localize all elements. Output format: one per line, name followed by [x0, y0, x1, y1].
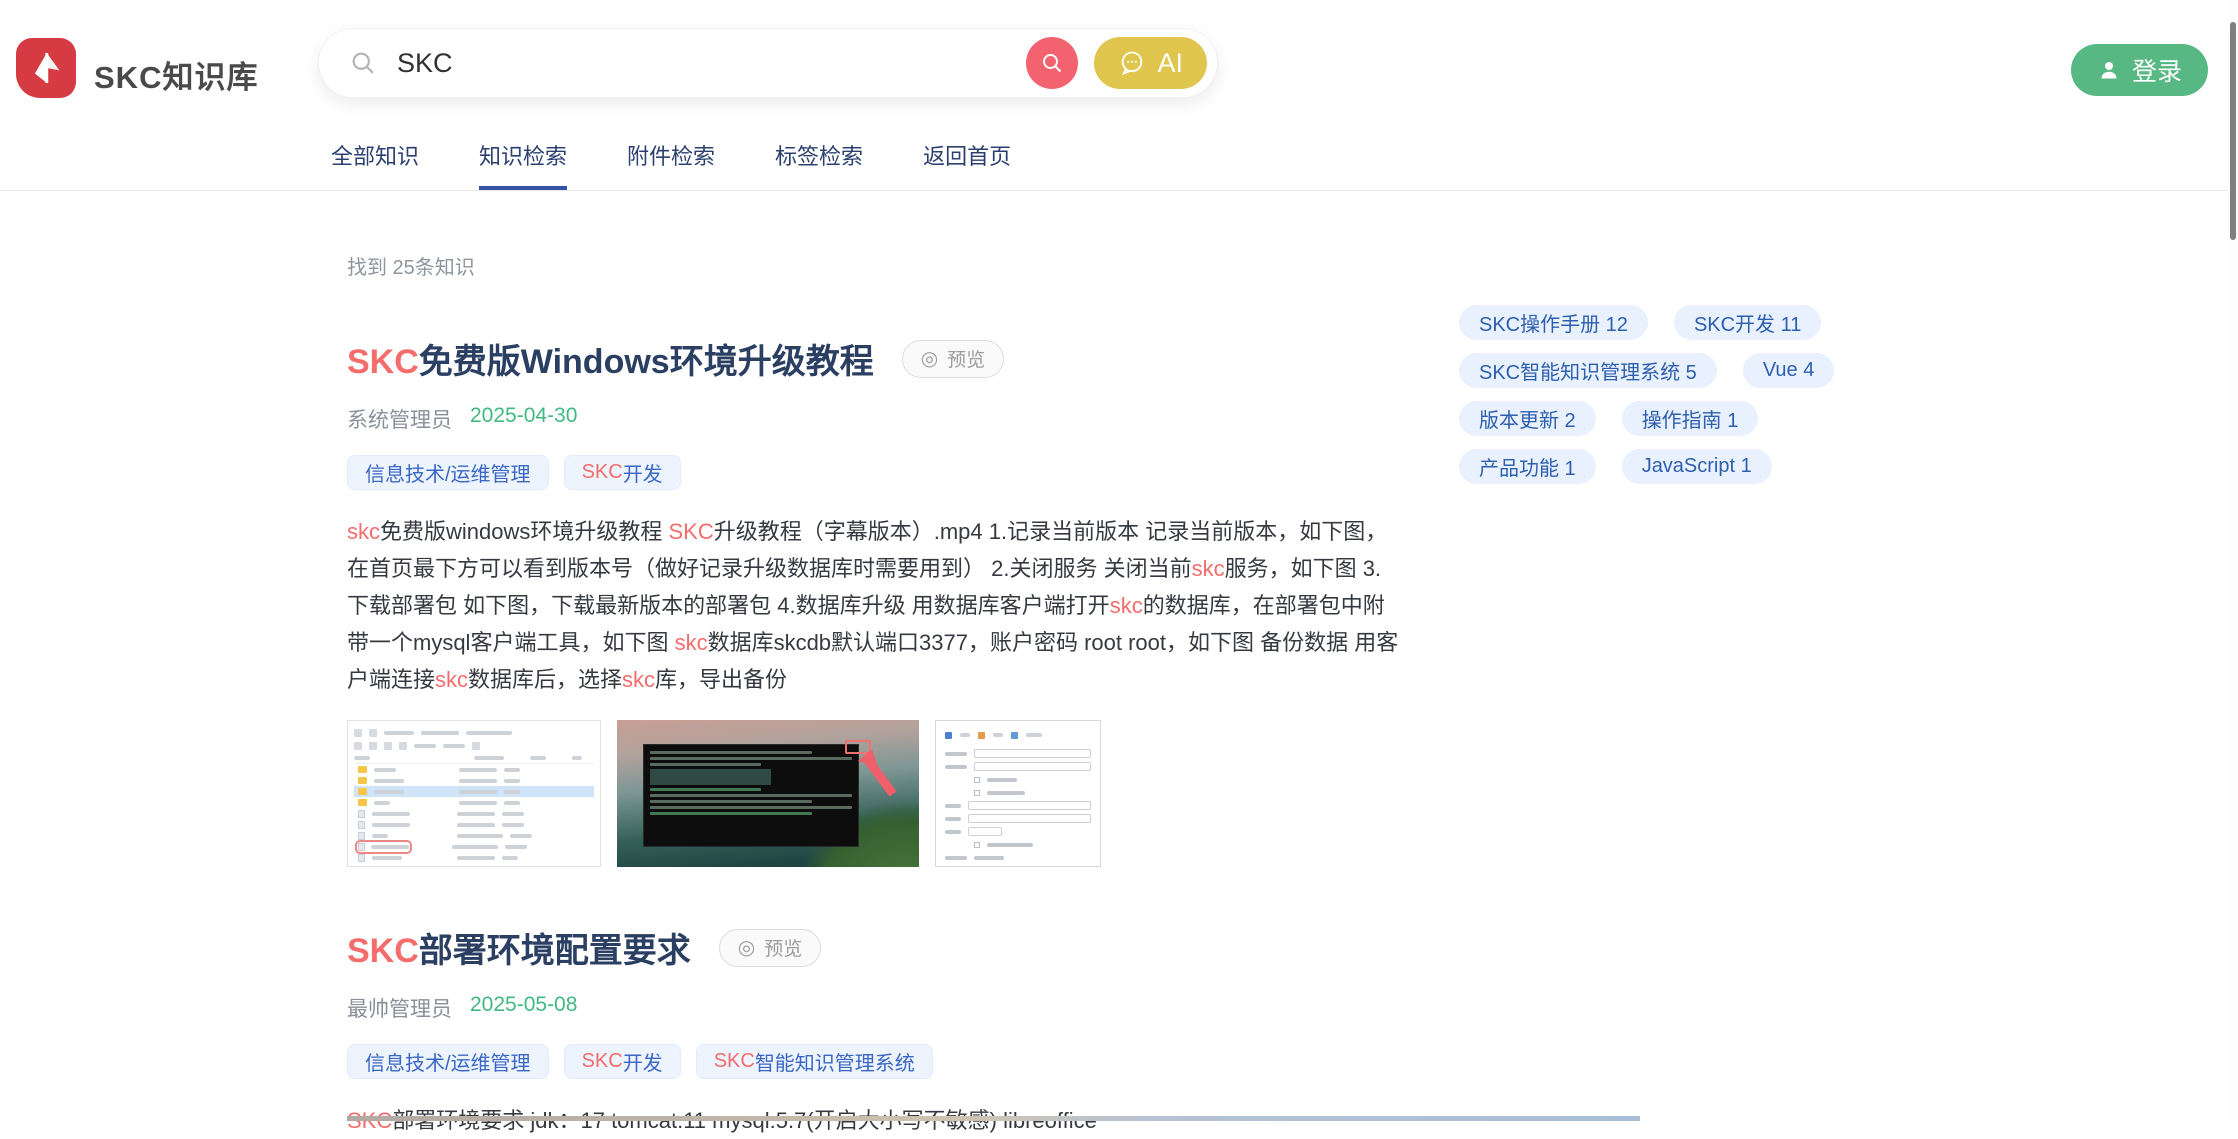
sidebar-tag-pill[interactable]: SKC开发 11 [1674, 305, 1821, 340]
red-arrow-annotation [857, 750, 901, 807]
highlighted-keyword: skc [622, 667, 655, 692]
preview-label: 预览 [764, 934, 802, 961]
attachment-thumbnails [347, 720, 1403, 867]
result-count: 找到 25条知识 [347, 251, 1403, 280]
highlighted-keyword: skc [1192, 556, 1225, 581]
login-button-label: 登录 [2132, 52, 2182, 88]
preview-button[interactable]: ◎ 预览 [719, 929, 821, 967]
sidebar-tag-pill[interactable]: SKC智能知识管理系统 5 [1459, 353, 1717, 388]
search-input[interactable] [397, 48, 1026, 79]
highlighted-keyword: skc [347, 519, 380, 544]
highlighted-keyword: skc [435, 667, 468, 692]
result-item: SKC免费版Windows环境升级教程 ◎ 预览 系统管理员 2025-04-3… [347, 334, 1403, 867]
sidebar-tag-pill[interactable]: Vue 4 [1743, 353, 1835, 388]
tag-pill[interactable]: SKC智能知识管理系统 [696, 1044, 933, 1079]
result-date: 2025-04-30 [470, 404, 577, 434]
result-item: SKC部署环境配置要求 ◎ 预览 最帅管理员 2025-05-08 信息技术/运… [347, 923, 1403, 1139]
terminal-thumbnail[interactable] [617, 720, 919, 867]
tag-label: 开发 [623, 1047, 663, 1076]
result-author: 系统管理员 [347, 404, 452, 434]
highlighted-keyword: SKC [582, 1050, 623, 1073]
search-icon [1040, 51, 1064, 75]
tag-pill[interactable]: SKC开发 [564, 1044, 681, 1079]
tag-pill[interactable]: 信息技术/运维管理 [347, 455, 549, 490]
sidebar-tag-pill[interactable]: 操作指南 1 [1622, 401, 1759, 436]
sidebar-tag-pill[interactable]: 版本更新 2 [1459, 401, 1596, 436]
paper-plane-icon [27, 49, 65, 87]
eye-icon: ◎ [738, 938, 755, 958]
header: SKC知识库 [0, 0, 2238, 100]
ai-chat-button[interactable]: AI [1094, 37, 1207, 89]
preview-button[interactable]: ◎ 预览 [902, 340, 1004, 378]
tag-label: 开发 [623, 458, 663, 487]
highlighted-keyword: SKC [714, 1050, 755, 1073]
result-title-link[interactable]: SKC免费版Windows环境升级教程 [347, 334, 874, 383]
tab-back-home[interactable]: 返回首页 [923, 139, 1011, 190]
cutoff-thumbnails-strip [347, 1116, 1640, 1121]
highlighted-keyword: SKC [347, 932, 419, 970]
text-segment: 免费版windows环境升级教程 [380, 519, 668, 544]
text-segment: 数据库后，选择 [468, 667, 622, 692]
search-submit-button[interactable] [1026, 37, 1078, 89]
preview-label: 预览 [947, 345, 985, 372]
search-bar: AI [318, 28, 1218, 98]
app-title: SKC知识库 [94, 52, 258, 97]
terminal-window [643, 744, 859, 847]
brand-logo[interactable] [16, 38, 76, 98]
mysql-dialog-thumbnail[interactable] [935, 720, 1101, 867]
result-author: 最帅管理员 [347, 993, 452, 1023]
results-column: 找到 25条知识 SKC免费版Windows环境升级教程 ◎ 预览 系统管理员 … [347, 191, 1403, 1139]
sidebar-tag-pill[interactable]: 产品功能 1 [1459, 449, 1596, 484]
text-segment: 库，导出备份 [655, 667, 787, 692]
tab-all-knowledge[interactable]: 全部知识 [331, 139, 419, 190]
highlighted-keyword: skc [1110, 593, 1143, 618]
tag-label: 智能知识管理系统 [755, 1047, 915, 1076]
scrollbar-thumb[interactable] [2230, 22, 2236, 240]
result-date: 2025-05-08 [470, 993, 577, 1023]
result-excerpt: skc免费版windows环境升级教程 SKC升级教程（字幕版本）.mp4 1.… [347, 513, 1403, 698]
text-segment: 部署环境配置要求 [419, 932, 691, 970]
nav-tabs: 全部知识 知识检索 附件检索 标签检索 返回首页 [0, 100, 2238, 191]
scrollbar[interactable] [2228, 0, 2238, 1121]
result-title-link[interactable]: SKC部署环境配置要求 [347, 923, 691, 972]
main-layout: 找到 25条知识 SKC免费版Windows环境升级教程 ◎ 预览 系统管理员 … [0, 191, 2238, 1139]
tab-attachment-search[interactable]: 附件检索 [627, 139, 715, 190]
sidebar: SKC操作手册 12 SKC开发 11 SKC智能知识管理系统 5 Vue 4 版本更新… [1459, 191, 1899, 484]
result-tags: 信息技术/运维管理SKC开发SKC智能知识管理系统 [347, 1044, 1403, 1079]
tag-pill[interactable]: 信息技术/运维管理 [347, 1044, 549, 1079]
result-tags: 信息技术/运维管理 SKC开发 [347, 455, 1403, 490]
text-segment: 免费版Windows环境升级教程 [419, 343, 874, 381]
sidebar-tag-cloud: SKC操作手册 12 SKC开发 11 SKC智能知识管理系统 5 Vue 4 版本更新… [1459, 305, 1899, 484]
eye-icon: ◎ [921, 349, 938, 369]
file-explorer-thumbnail[interactable] [347, 720, 601, 867]
sidebar-tag-pill[interactable]: JavaScript 1 [1622, 449, 1772, 484]
highlighted-keyword: SKC [668, 519, 713, 544]
tag-label: 信息技术/运维管理 [365, 458, 531, 487]
ai-button-label: AI [1157, 48, 1183, 79]
search-icon [349, 49, 377, 77]
highlighted-keyword: SKC [582, 461, 623, 484]
user-icon [2097, 58, 2121, 82]
tag-pill[interactable]: SKC开发 [564, 455, 681, 490]
sidebar-tag-pill[interactable]: SKC操作手册 12 [1459, 305, 1648, 340]
chat-bubble-icon [1118, 49, 1146, 77]
login-button[interactable]: 登录 [2071, 44, 2208, 96]
tab-label-search[interactable]: 标签检索 [775, 139, 863, 190]
tag-label: 信息技术/运维管理 [365, 1047, 531, 1076]
highlighted-keyword: SKC [347, 343, 419, 381]
highlighted-keyword: skc [675, 630, 708, 655]
tab-knowledge-search[interactable]: 知识检索 [479, 139, 567, 190]
